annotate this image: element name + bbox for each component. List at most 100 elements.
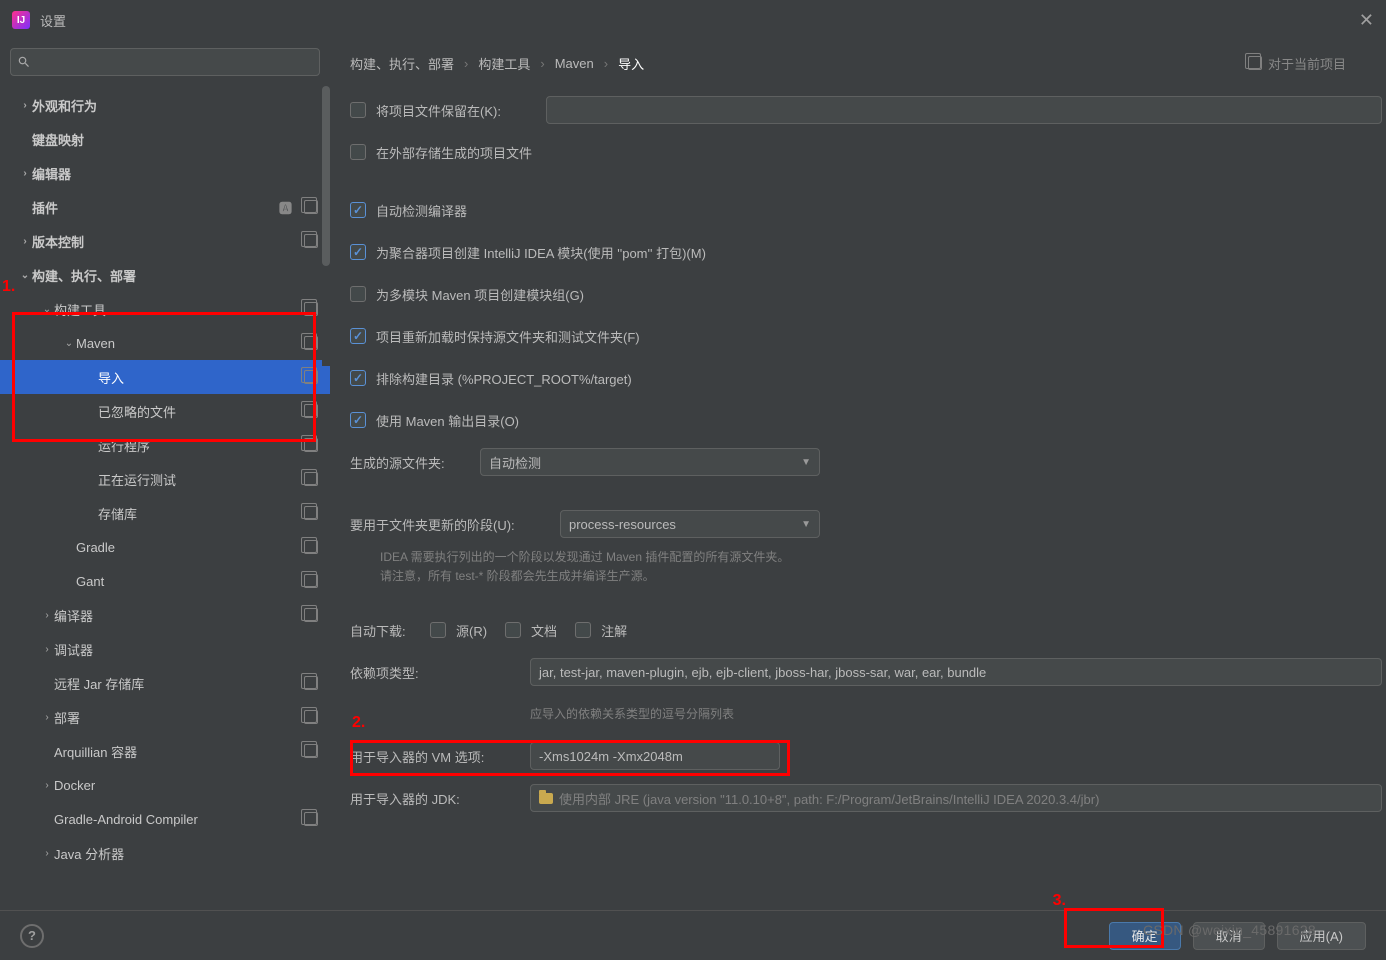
select-phase[interactable]: process-resources▼ [560, 510, 820, 538]
tree-item-11[interactable]: 正在运行测试 [0, 462, 330, 496]
chk-keep-src-test[interactable] [350, 328, 366, 344]
project-scope-icon [304, 234, 318, 248]
project-scope-icon [304, 608, 318, 622]
tree-label: 构建工具 [54, 300, 300, 319]
tree-label: Arquillian 容器 [54, 742, 300, 761]
lbl-dl-doc: 文档 [531, 621, 557, 640]
settings-sidebar: 外观和行为键盘映射编辑器插件🅰 版本控制构建、执行、部署构建工具 Maven 导入已忽… [0, 40, 330, 910]
tree-label: 部署 [54, 708, 300, 727]
hint-phase-1: IDEA 需要执行列出的一个阶段以发现通过 Maven 插件配置的所有源文件夹。 [380, 548, 789, 567]
select-gen-src[interactable]: 自动检测▼ [480, 448, 820, 476]
crumb-build[interactable]: 构建、执行、部署 [350, 54, 454, 73]
input-keep-project[interactable] [546, 96, 1382, 124]
ok-button[interactable]: 确定 [1109, 922, 1181, 950]
tree-label: Maven [76, 336, 300, 351]
input-deps[interactable]: jar, test-jar, maven-plugin, ejb, ejb-cl… [530, 658, 1382, 686]
tree-item-14[interactable]: Gant [0, 564, 330, 598]
chk-external-store[interactable] [350, 144, 366, 160]
chevron-right-icon: › [604, 56, 608, 71]
lbl-keep-src-test: 项目重新加载时保持源文件夹和测试文件夹(F) [376, 327, 640, 346]
app-icon: IJ [12, 11, 30, 29]
tree-label: 键盘映射 [32, 130, 318, 149]
tree-label: 远程 Jar 存储库 [54, 674, 300, 693]
lbl-exclude-build: 排除构建目录 (%PROJECT_ROOT%/target) [376, 369, 632, 388]
chk-dl-src[interactable] [430, 622, 446, 638]
tree-item-21[interactable]: Gradle-Android Compiler [0, 802, 330, 836]
close-icon[interactable]: ✕ [1359, 10, 1374, 31]
tree-label: 版本控制 [32, 232, 300, 251]
cancel-button[interactable]: 取消 [1193, 922, 1265, 950]
lbl-auto-detect: 自动检测编译器 [376, 201, 467, 220]
tree-item-12[interactable]: 存储库 [0, 496, 330, 530]
tree-item-18[interactable]: 部署 [0, 700, 330, 734]
crumb-current: 导入 [618, 54, 644, 73]
chk-exclude-build[interactable] [350, 370, 366, 386]
folder-icon [539, 793, 553, 804]
tree-item-4[interactable]: 版本控制 [0, 224, 330, 258]
tree-label: 插件 [32, 198, 279, 217]
titlebar: IJ 设置 ✕ [0, 0, 1386, 40]
chevron-right-icon [40, 712, 54, 723]
tree-item-16[interactable]: 调试器 [0, 632, 330, 666]
settings-tree[interactable]: 外观和行为键盘映射编辑器插件🅰 版本控制构建、执行、部署构建工具 Maven 导入已忽… [0, 84, 330, 910]
tree-item-15[interactable]: 编译器 [0, 598, 330, 632]
lbl-deps: 依赖项类型: [350, 663, 530, 682]
tree-item-20[interactable]: Docker [0, 768, 330, 802]
chk-use-output[interactable] [350, 412, 366, 428]
crumb-maven[interactable]: Maven [555, 56, 594, 71]
tree-item-5[interactable]: 构建、执行、部署 [0, 258, 330, 292]
chevron-right-icon [18, 100, 32, 111]
tree-item-7[interactable]: Maven [0, 326, 330, 360]
input-vm-options[interactable]: -Xms1024m -Xmx2048m [530, 742, 780, 770]
chk-keep-project[interactable] [350, 102, 366, 118]
tree-item-6[interactable]: 构建工具 [0, 292, 330, 326]
tree-item-8[interactable]: 导入 [0, 360, 330, 394]
chevron-right-icon: › [464, 56, 468, 71]
tree-item-2[interactable]: 编辑器 [0, 156, 330, 190]
lbl-auto-dl: 自动下载: [350, 621, 430, 640]
chk-multimodule[interactable] [350, 286, 366, 302]
help-button[interactable]: ? [20, 924, 44, 948]
search-input[interactable] [10, 48, 320, 76]
lbl-jdk: 用于导入器的 JDK: [350, 789, 530, 808]
tree-item-17[interactable]: 远程 Jar 存储库 [0, 666, 330, 700]
select-jdk[interactable]: 使用内部 JRE (java version "11.0.10+8", path… [530, 784, 1382, 812]
project-scope-icon [304, 506, 318, 520]
tree-item-9[interactable]: 已忽略的文件 [0, 394, 330, 428]
lbl-keep-project: 将项目文件保留在(K): [376, 101, 546, 120]
tree-label: 编辑器 [32, 164, 318, 183]
tree-item-10[interactable]: 运行程序 [0, 428, 330, 462]
scrollbar[interactable] [322, 86, 330, 366]
tree-item-3[interactable]: 插件🅰 [0, 190, 330, 224]
tree-item-13[interactable]: Gradle [0, 530, 330, 564]
chevron-right-icon [18, 236, 32, 247]
chk-auto-detect[interactable] [350, 202, 366, 218]
tree-label: Java 分析器 [54, 844, 318, 863]
scope-label: 对于当前项目 [1244, 54, 1346, 73]
lbl-gen-src: 生成的源文件夹: [350, 453, 480, 472]
tree-item-22[interactable]: Java 分析器 [0, 836, 330, 870]
settings-content: 构建、执行、部署 › 构建工具 › Maven › 导入 对于当前项目 将项目文… [330, 40, 1386, 910]
chevron-right-icon [40, 644, 54, 655]
hint-deps: 应导入的依赖关系类型的逗号分隔列表 [530, 705, 734, 724]
lbl-dl-anno: 注解 [601, 621, 627, 640]
project-scope-icon [304, 540, 318, 554]
chevron-right-icon [18, 168, 32, 179]
chevron-down-icon [62, 338, 76, 349]
crumb-tools[interactable]: 构建工具 [478, 54, 530, 73]
project-scope-icon [304, 302, 318, 316]
project-scope-icon [304, 438, 318, 452]
tree-label: 已忽略的文件 [98, 402, 300, 421]
chk-dl-doc[interactable] [505, 622, 521, 638]
tree-item-19[interactable]: Arquillian 容器 [0, 734, 330, 768]
chevron-right-icon [40, 610, 54, 621]
tree-label: Gant [76, 574, 300, 589]
apply-button[interactable]: 应用(A) [1277, 922, 1366, 950]
chk-dl-anno[interactable] [575, 622, 591, 638]
project-scope-icon [304, 370, 318, 384]
tree-label: Docker [54, 778, 318, 793]
chevron-down-icon: ▼ [801, 519, 811, 530]
tree-item-0[interactable]: 外观和行为 [0, 88, 330, 122]
tree-item-1[interactable]: 键盘映射 [0, 122, 330, 156]
chk-aggregator[interactable] [350, 244, 366, 260]
